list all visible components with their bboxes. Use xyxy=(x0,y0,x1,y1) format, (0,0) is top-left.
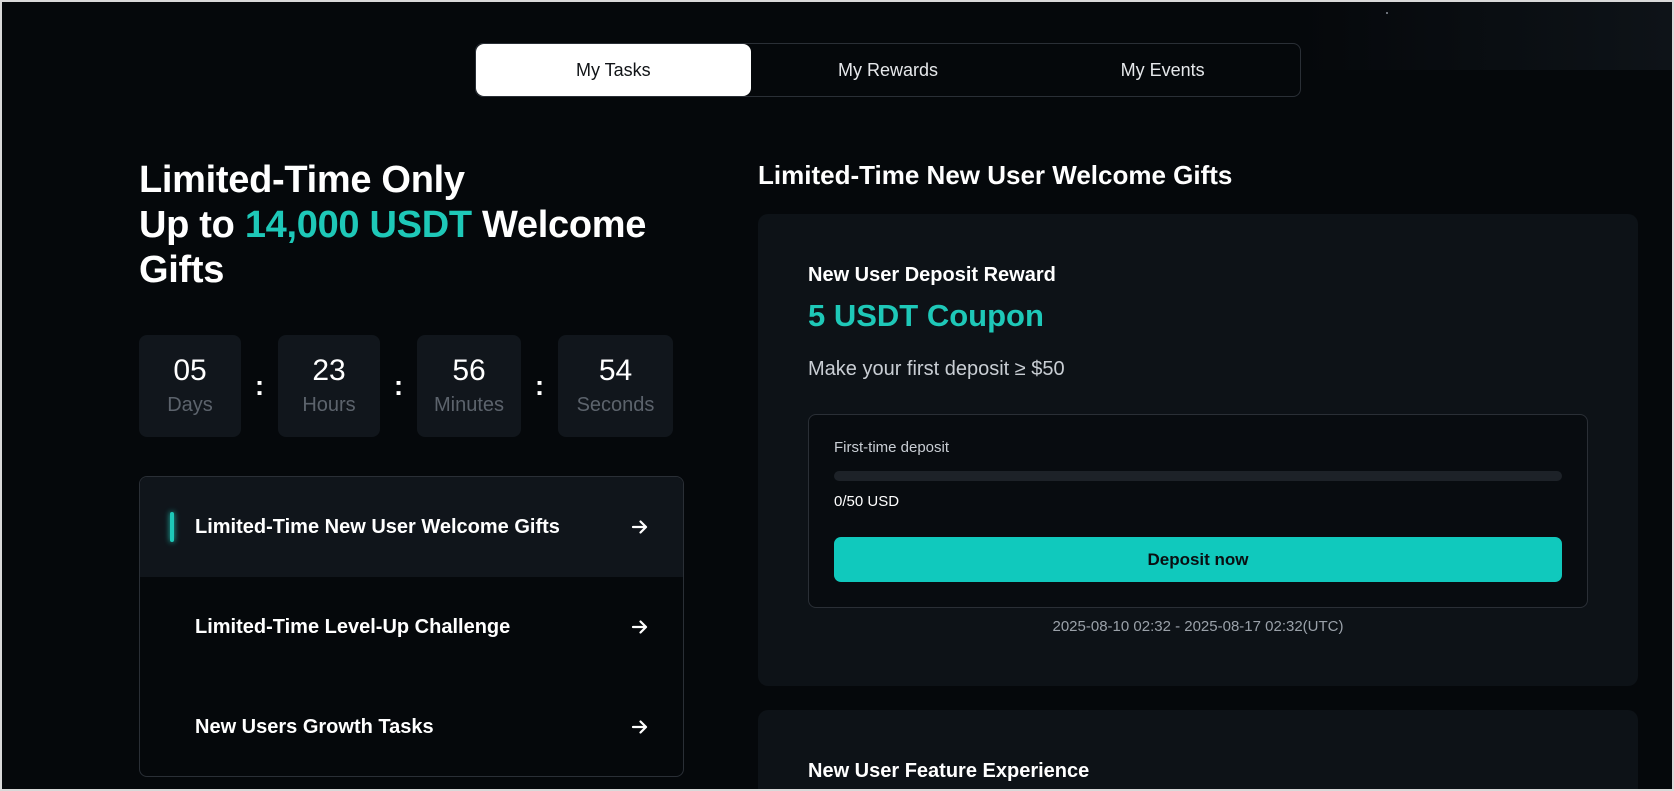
arrow-right-icon xyxy=(631,520,648,534)
countdown-hours-label: Hours xyxy=(302,394,356,416)
countdown-seconds: 54 Seconds xyxy=(558,335,673,437)
countdown-hours: 23 Hours xyxy=(278,335,380,437)
countdown-separator: : xyxy=(254,370,265,401)
progress-bar xyxy=(834,471,1562,481)
menu-item-label: Limited-Time Level-Up Challenge xyxy=(195,615,511,638)
arrow-right-icon xyxy=(631,720,648,734)
menu-item-welcome-gifts[interactable]: Limited-Time New User Welcome Gifts xyxy=(140,477,683,577)
top-right-shade xyxy=(1300,2,1672,70)
hero-line-2: Up to 14,000 USDT Welcome Gifts xyxy=(139,203,699,293)
tab-my-tasks[interactable]: My Tasks xyxy=(476,44,751,96)
countdown-hours-value: 23 xyxy=(312,354,346,387)
card-title: New User Feature Experience xyxy=(808,760,1090,782)
countdown-days-value: 05 xyxy=(173,354,207,387)
feature-experience-card: New User Feature Experience xyxy=(758,710,1638,791)
deposit-reward-card: New User Deposit Reward 5 USDT Coupon Ma… xyxy=(758,214,1638,686)
tab-my-events[interactable]: My Events xyxy=(1025,44,1300,96)
deposit-progress-panel: First-time deposit 0/50 USD Deposit now xyxy=(808,414,1588,608)
deposit-now-button[interactable]: Deposit now xyxy=(834,537,1562,582)
hero-prefix: Up to xyxy=(139,204,245,246)
countdown-minutes-value: 56 xyxy=(452,354,486,387)
countdown-timer: 05 Days : 23 Hours : 56 Minutes : 54 Sec… xyxy=(139,335,673,437)
progress-amount: 0/50 USD xyxy=(834,493,900,510)
card-title: New User Deposit Reward xyxy=(808,264,1056,286)
reward-amount: 5 USDT Coupon xyxy=(808,298,1044,333)
countdown-minutes-label: Minutes xyxy=(433,394,505,416)
countdown-days: 05 Days xyxy=(139,335,241,437)
event-period: 2025-08-10 02:32 - 2025-08-17 02:32(UTC) xyxy=(1052,618,1344,635)
reward-requirement: Make your first deposit ≥ $50 xyxy=(808,358,1065,380)
tab-bar: My Tasks My Rewards My Events xyxy=(475,43,1301,97)
progress-label: First-time deposit xyxy=(834,439,950,456)
countdown-separator: : xyxy=(534,370,545,401)
menu-item-label: Limited-Time New User Welcome Gifts xyxy=(195,515,560,538)
tab-my-rewards[interactable]: My Rewards xyxy=(751,44,1026,96)
menu-item-level-up[interactable]: Limited-Time Level-Up Challenge xyxy=(140,577,683,677)
dot xyxy=(1386,12,1388,14)
countdown-minutes: 56 Minutes xyxy=(417,335,521,437)
countdown-separator: : xyxy=(393,370,404,401)
countdown-seconds-value: 54 xyxy=(598,354,633,387)
countdown-seconds-label: Seconds xyxy=(576,394,655,416)
hero-headline: Limited-Time Only Up to 14,000 USDT Welc… xyxy=(139,158,699,293)
arrow-right-icon xyxy=(631,620,648,634)
menu-item-growth-tasks[interactable]: New Users Growth Tasks xyxy=(140,677,683,776)
section-title: Limited-Time New User Welcome Gifts xyxy=(758,160,1233,190)
active-indicator xyxy=(170,512,174,542)
countdown-days-label: Days xyxy=(167,394,213,416)
event-menu: Limited-Time New User Welcome Gifts Limi… xyxy=(139,476,684,777)
menu-item-label: New Users Growth Tasks xyxy=(195,715,434,738)
hero-line-1: Limited-Time Only xyxy=(139,159,465,201)
hero-amount: 14,000 USDT xyxy=(244,204,472,246)
